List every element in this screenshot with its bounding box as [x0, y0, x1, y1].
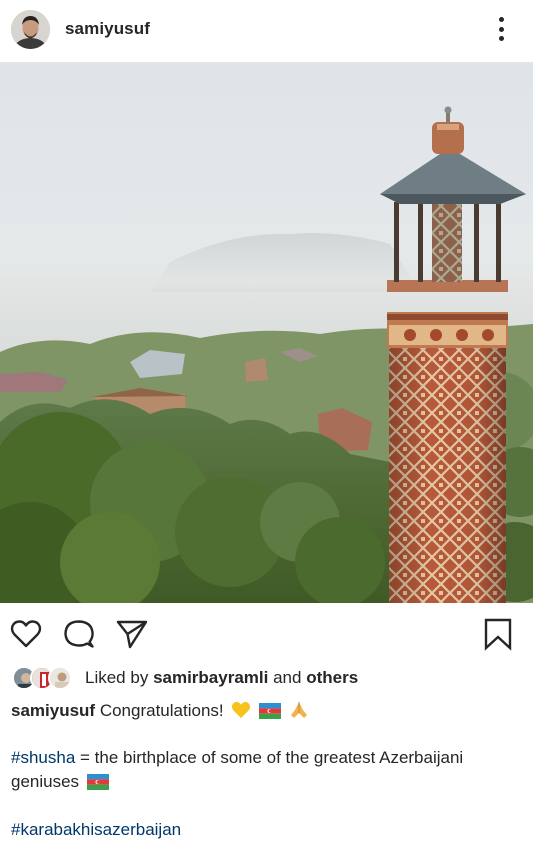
- caption-paragraph: #shusha = the birthplace of some of the …: [11, 746, 523, 797]
- bookmark-icon[interactable]: [481, 617, 515, 651]
- avatar-image: [11, 10, 50, 49]
- avatar: [48, 666, 72, 690]
- liker-avatars: [12, 664, 74, 692]
- comment-bubble-icon[interactable]: [62, 617, 96, 651]
- hashtag-link[interactable]: #karabakhisazerbaijan: [11, 820, 181, 839]
- paper-plane-icon[interactable]: [115, 617, 149, 651]
- post-header: samiyusuf: [0, 0, 533, 60]
- landscape-with-minaret: [0, 62, 533, 603]
- likes-text: Liked by samirbayramli and others: [85, 668, 358, 688]
- likes-prefix: Liked by: [85, 668, 149, 687]
- likes-others[interactable]: others: [306, 668, 358, 687]
- heart-outline-icon[interactable]: [9, 617, 43, 651]
- caption-paragraph: #karabakhisazerbaijan: [11, 818, 523, 842]
- hashtag-link[interactable]: #shusha: [11, 748, 75, 767]
- liker-username[interactable]: samirbayramli: [153, 668, 268, 687]
- likes-joiner: and: [273, 668, 302, 687]
- azerbaijan-flag-icon: [259, 702, 282, 726]
- caption: samiyusuf Congratulations!: [11, 699, 521, 726]
- caption-text: Congratulations!: [99, 701, 224, 720]
- post-image[interactable]: [0, 62, 533, 603]
- action-bar: [0, 603, 533, 659]
- folded-hands-icon: [289, 701, 309, 726]
- azerbaijan-flag-icon: [86, 773, 109, 797]
- post-username[interactable]: samiyusuf: [65, 19, 150, 39]
- caption-username[interactable]: samiyusuf: [11, 701, 95, 720]
- yellow-heart-icon: [231, 701, 251, 726]
- likes-row[interactable]: Liked by samirbayramli and others: [12, 664, 358, 692]
- avatar[interactable]: [11, 10, 50, 49]
- caption-line: = the birthplace of some of the greatest…: [11, 748, 464, 791]
- vertical-dots-icon[interactable]: [491, 14, 511, 44]
